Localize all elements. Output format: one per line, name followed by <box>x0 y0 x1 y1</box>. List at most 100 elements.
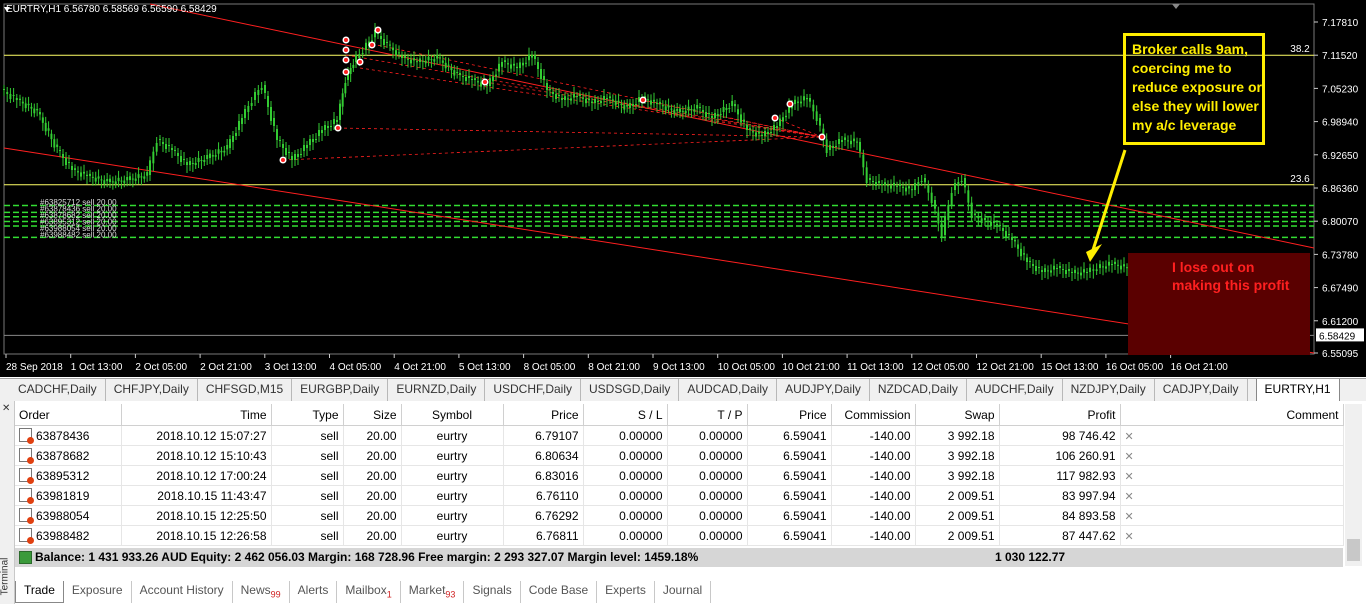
tab-badge: 1 <box>386 589 392 600</box>
candle-body <box>1114 261 1116 264</box>
table-cell: 20.00 <box>343 485 402 506</box>
symbol-tab[interactable]: CHFSGD,M15 <box>198 379 293 401</box>
price-label: 6.86360 <box>1322 184 1359 195</box>
price-label: 6.55095 <box>1322 349 1359 360</box>
close-order-icon[interactable]: ✕ <box>1125 451 1134 463</box>
terminal-tab[interactable]: Experts <box>597 581 655 603</box>
candle-body <box>853 138 855 142</box>
close-order-icon[interactable]: ✕ <box>1125 511 1134 523</box>
candle-body <box>339 103 341 120</box>
trade-marker-dot <box>281 158 285 162</box>
candle-body <box>276 129 278 140</box>
candle-body <box>171 148 173 150</box>
symbol-tab[interactable]: AUDCAD,Daily <box>679 379 778 401</box>
terminal-tab[interactable]: Account History <box>132 581 233 603</box>
terminal-side-bar: ✕ Terminal <box>0 401 15 604</box>
column-header[interactable]: S / L <box>583 404 668 426</box>
symbol-tab[interactable]: USDCHF,Daily <box>485 379 582 401</box>
candle-body <box>543 76 545 80</box>
table-row[interactable]: 63895312 2018.10.12 17:00:24 sell 20.00 eurt… <box>15 465 1344 486</box>
column-header[interactable]: Type <box>271 404 344 426</box>
column-header[interactable]: Price <box>503 404 584 426</box>
profit-annotation: I lose out on making this profit <box>1128 253 1310 355</box>
sell-order-icon <box>19 508 34 524</box>
column-header[interactable]: Swap <box>915 404 1000 426</box>
terminal-tab[interactable]: Market93 <box>401 581 465 603</box>
terminal-tab[interactable]: Alerts <box>290 581 338 603</box>
terminal-tab[interactable]: Signals <box>464 581 521 603</box>
symbol-tab[interactable]: AUDJPY,Daily <box>777 379 870 401</box>
candle-body <box>516 66 518 68</box>
candle-body <box>1117 264 1119 266</box>
table-row[interactable]: 63981819 2018.10.15 11:43:47 sell 20.00 eurt… <box>15 485 1344 506</box>
candle-body <box>573 93 575 98</box>
close-icon[interactable]: ✕ <box>2 403 10 414</box>
table-row[interactable]: 63878682 2018.10.12 15:10:43 sell 20.00 eurt… <box>15 445 1344 466</box>
fib-level-label: 23.6 <box>1290 174 1310 185</box>
table-row[interactable]: 63878436 2018.10.12 15:07:27 sell 20.00 eurt… <box>15 425 1344 446</box>
candle-body <box>504 60 506 62</box>
terminal-tab[interactable]: Trade <box>15 581 64 603</box>
scrollbar-thumb[interactable] <box>1347 539 1360 561</box>
time-label: 10 Oct 21:00 <box>782 362 840 373</box>
balance-icon <box>19 551 32 564</box>
candle-body <box>456 72 459 73</box>
candle-body <box>1065 270 1067 274</box>
table-row[interactable]: 63988482 2018.10.15 12:26:58 sell 20.00 eurt… <box>15 525 1344 546</box>
symbol-tab[interactable]: EURGBP,Daily <box>292 379 389 401</box>
column-header[interactable]: Order <box>15 404 122 426</box>
candle-body <box>767 132 769 134</box>
terminal-tab[interactable]: Journal <box>655 581 712 603</box>
close-order-icon[interactable]: ✕ <box>1125 531 1134 543</box>
symbol-tab[interactable]: CADJPY,Daily <box>1155 379 1248 401</box>
candle-body <box>803 96 805 101</box>
price-chart[interactable]: 7.17810 7.11520 7.05230 6.98940 6.92650 6.863… <box>0 0 1366 377</box>
terminal-tab[interactable]: Code Base <box>521 581 598 603</box>
symbol-tab[interactable]: NZDCAD,Daily <box>870 379 967 401</box>
candle-body <box>103 180 106 185</box>
column-header[interactable]: Time <box>121 404 272 426</box>
symbol-tab[interactable]: EURTRY,H1 <box>1255 379 1340 401</box>
symbol-tab[interactable]: AUDCHF,Daily <box>967 379 1063 401</box>
terminal-tab[interactable]: Mailbox1 <box>337 581 401 603</box>
candle-body <box>1026 257 1028 262</box>
candle-body <box>708 113 710 114</box>
column-header[interactable]: Symbol <box>401 404 504 426</box>
column-header[interactable]: Profit <box>999 404 1121 426</box>
table-row[interactable]: 63988054 2018.10.15 12:25:50 sell 20.00 eurt… <box>15 505 1344 526</box>
column-header[interactable]: Size <box>343 404 402 426</box>
symbol-tab[interactable]: CADCHF,Daily <box>0 379 106 401</box>
candle-body <box>447 64 450 66</box>
close-order-icon[interactable]: ✕ <box>1125 431 1134 443</box>
terminal-tab[interactable]: News99 <box>233 581 290 603</box>
column-header[interactable]: Comment <box>1120 404 1344 426</box>
terminal-tab[interactable]: Exposure <box>64 581 132 603</box>
candle-body <box>812 104 815 112</box>
symbol-tab[interactable]: USDSGD,Daily <box>581 379 680 401</box>
candle-body <box>404 55 406 58</box>
symbol-tab[interactable]: EURNZD,Daily <box>388 379 486 401</box>
candle-body <box>716 114 719 116</box>
candle-body <box>146 172 149 176</box>
terminal-scrollbar[interactable] <box>1345 404 1362 566</box>
column-header[interactable]: Commission <box>831 404 916 426</box>
candle-body <box>797 101 799 103</box>
candle-body <box>510 64 512 69</box>
close-order-icon[interactable]: ✕ <box>1125 491 1134 503</box>
candle-body <box>462 76 464 77</box>
candle-body <box>492 76 494 82</box>
candle-body <box>247 106 250 112</box>
candle-body <box>1105 266 1107 269</box>
column-header[interactable]: Price <box>747 404 832 426</box>
trade-marker-dot <box>336 126 340 130</box>
candle-body <box>656 102 658 104</box>
candle-body <box>1089 267 1091 272</box>
column-header[interactable]: T / P <box>667 404 748 426</box>
symbol-tab[interactable]: NZDJPY,Daily <box>1063 379 1155 401</box>
candle-body <box>398 52 400 54</box>
table-cell: 2018.10.15 11:43:47 <box>121 485 272 506</box>
candle-body <box>676 109 679 111</box>
close-order-icon[interactable]: ✕ <box>1125 471 1134 483</box>
symbol-tab[interactable]: CHFJPY,Daily <box>106 379 198 401</box>
candle-body <box>872 181 874 182</box>
